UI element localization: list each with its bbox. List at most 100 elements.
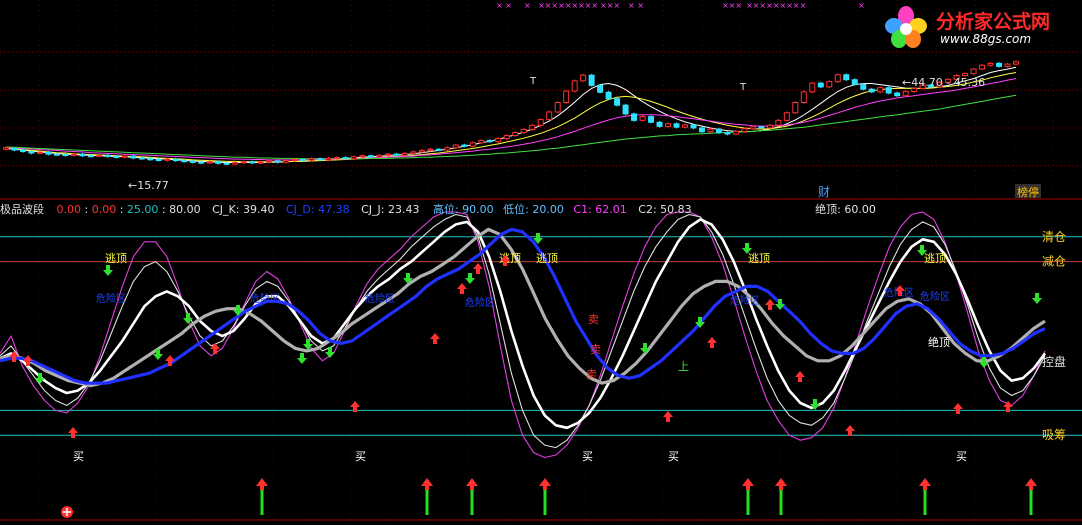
candle [800, 91, 807, 104]
signal-cross: × × [628, 1, 644, 10]
signal-label: 危险区 [920, 290, 950, 303]
candle [308, 158, 315, 161]
param-4: 80.00 [169, 203, 201, 216]
candle [334, 157, 341, 160]
candle [147, 158, 154, 161]
candle [469, 142, 476, 147]
candle [19, 149, 26, 153]
buy-arrow-icon [765, 299, 775, 310]
site-logo: 分析家公式网 www.88gs.com [880, 4, 1076, 54]
value-high-label: 高位: [432, 203, 459, 216]
candle [605, 91, 612, 100]
candle [418, 149, 425, 153]
value-top: 60.00 [844, 203, 876, 216]
signal-label: 逃顶 [105, 252, 127, 265]
candle [707, 128, 714, 133]
signal-label: 逃顶 [536, 252, 558, 265]
candle [681, 124, 688, 128]
buy-arrow-icon [795, 371, 805, 382]
candle [70, 153, 77, 156]
candle [902, 90, 909, 97]
candle [36, 151, 43, 154]
candle [749, 126, 756, 130]
signal-up-arrow-icon [742, 478, 754, 490]
sell-arrow-icon [979, 357, 989, 368]
value-c2-label: C2: [638, 203, 657, 216]
candle [113, 155, 120, 158]
candle [350, 156, 357, 160]
candle [732, 130, 739, 135]
candle [104, 154, 111, 157]
candle [648, 116, 655, 123]
candle [274, 160, 281, 163]
signal-up-arrow-icon [775, 478, 787, 490]
candle [232, 162, 239, 165]
candle [283, 160, 290, 163]
candle [826, 81, 833, 88]
signal-label: 危险区 [365, 292, 395, 305]
marker-t: T [529, 76, 537, 87]
candle [393, 153, 400, 156]
high-price-label: ←44.70 - 45.36 [902, 76, 985, 89]
candle [444, 147, 451, 151]
candle [580, 74, 587, 82]
candle [631, 113, 638, 121]
candle [461, 144, 468, 147]
candle [987, 62, 994, 66]
candle [665, 123, 672, 127]
sell-arrow-icon [1032, 293, 1042, 304]
candle [223, 162, 230, 165]
signal-up-arrow-icon [919, 478, 931, 490]
value-cj-j-label: CJ_J: [361, 203, 385, 216]
value-c1-label: C1: [573, 203, 592, 216]
signal-label: 卖 [588, 313, 599, 326]
side-label: 控盘 [1042, 354, 1066, 369]
value-cj-d-label: CJ_D: [285, 203, 315, 216]
sell-arrow-icon [183, 313, 193, 324]
signal-label: 卖 [586, 368, 597, 381]
signal-label: 买 [73, 450, 84, 463]
signal-cross: ××× [600, 1, 620, 10]
signal-label: 上 [678, 360, 689, 373]
candle [571, 80, 578, 92]
candle [257, 161, 264, 164]
candle [529, 124, 536, 130]
candle [240, 161, 247, 164]
signal-label: 逃顶 [748, 252, 770, 265]
candle [291, 159, 298, 162]
candle [520, 128, 527, 134]
signal-cross: ××× [578, 1, 598, 10]
candle [792, 102, 799, 114]
candle [486, 140, 493, 143]
signal-label: 买 [956, 450, 967, 463]
candle [656, 121, 663, 127]
candle [181, 160, 188, 163]
value-cj-k-label: CJ_K: [212, 203, 240, 216]
buy-arrow-icon [663, 411, 673, 422]
candle [376, 154, 383, 158]
candle [877, 87, 884, 93]
candle [639, 116, 646, 121]
candle [868, 88, 875, 93]
candle [452, 144, 459, 149]
candle [758, 126, 765, 129]
sell-arrow-icon [465, 273, 475, 284]
candle [979, 64, 986, 70]
candle [834, 74, 841, 83]
candle [597, 84, 604, 93]
signal-cross: × [858, 1, 865, 10]
logo-title: 分析家公式网 [936, 11, 1051, 33]
logo-url: www.88gs.com [940, 32, 1032, 46]
candle [427, 148, 434, 151]
signal-label: 危险区 [465, 296, 495, 309]
candle [503, 135, 510, 140]
value-c1: 62.01 [595, 203, 627, 216]
candle [673, 123, 680, 128]
buy-arrow-icon [953, 403, 963, 414]
candle [996, 62, 1003, 67]
candle [894, 92, 901, 97]
marker-cai: 财 [818, 185, 830, 199]
buy-arrow-icon [457, 283, 467, 294]
candle [62, 154, 69, 157]
candle [3, 147, 9, 150]
